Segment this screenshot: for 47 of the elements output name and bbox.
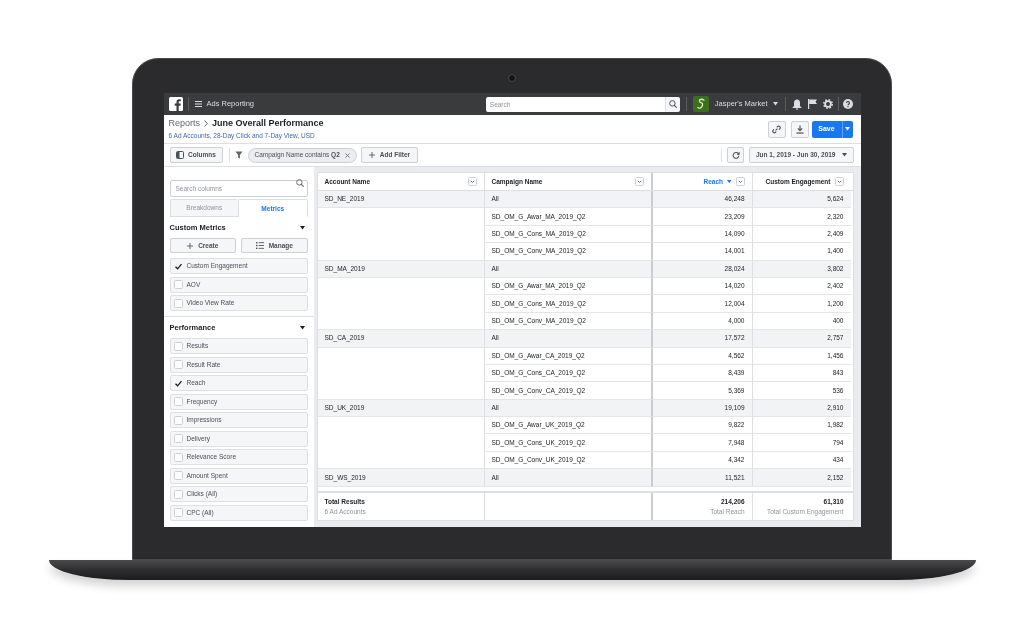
caret-icon	[845, 127, 850, 131]
checkbox[interactable]	[173, 471, 183, 480]
checkbox[interactable]	[173, 341, 183, 351]
sort-caret-icon	[727, 180, 732, 183]
download-button[interactable]	[790, 120, 809, 138]
menu-icon[interactable]	[194, 101, 202, 107]
plus-icon	[368, 152, 375, 158]
column-dropdown-icon[interactable]	[467, 177, 477, 186]
link-icon	[772, 124, 781, 134]
checkbox[interactable]	[173, 452, 183, 462]
checkbox[interactable]	[173, 489, 183, 499]
checkbox[interactable]	[173, 360, 183, 369]
column-dropdown-icon[interactable]	[834, 177, 844, 186]
copy-link-button[interactable]	[767, 120, 786, 138]
flag-icon[interactable]	[807, 99, 817, 109]
help-icon[interactable]	[842, 99, 853, 109]
save-options-button[interactable]	[841, 120, 853, 138]
column-dropdown-icon[interactable]	[634, 177, 644, 186]
refresh-icon	[731, 151, 740, 159]
search-icon	[668, 100, 677, 108]
download-icon	[795, 124, 804, 134]
logo-icon[interactable]	[168, 97, 183, 111]
camera-icon	[508, 74, 516, 82]
checkbox[interactable]	[173, 280, 183, 289]
filter-icon	[234, 151, 243, 159]
checkbox[interactable]	[173, 261, 183, 271]
breadcrumb-link[interactable]: Reports	[168, 116, 200, 131]
settings-icon[interactable]	[822, 99, 833, 109]
refresh-button[interactable]	[727, 147, 744, 163]
checkbox[interactable]	[173, 397, 183, 406]
caret-icon	[841, 153, 847, 157]
checkbox[interactable]	[173, 415, 183, 425]
chevron-right-icon	[204, 120, 208, 128]
avatar-icon	[692, 96, 709, 112]
list-icon	[255, 242, 264, 249]
page-title: June Overall Performance	[212, 116, 324, 130]
column-dropdown-icon[interactable]	[735, 177, 745, 186]
plus-icon	[187, 242, 194, 249]
checkbox[interactable]	[173, 298, 183, 308]
caret-icon	[772, 102, 778, 106]
checkbox[interactable]	[173, 434, 183, 443]
search-icon	[295, 178, 304, 187]
columns-icon	[176, 151, 185, 159]
checkbox[interactable]	[173, 508, 183, 517]
bell-icon[interactable]	[791, 98, 802, 110]
checkbox[interactable]	[173, 378, 183, 388]
close-icon[interactable]	[344, 152, 350, 158]
